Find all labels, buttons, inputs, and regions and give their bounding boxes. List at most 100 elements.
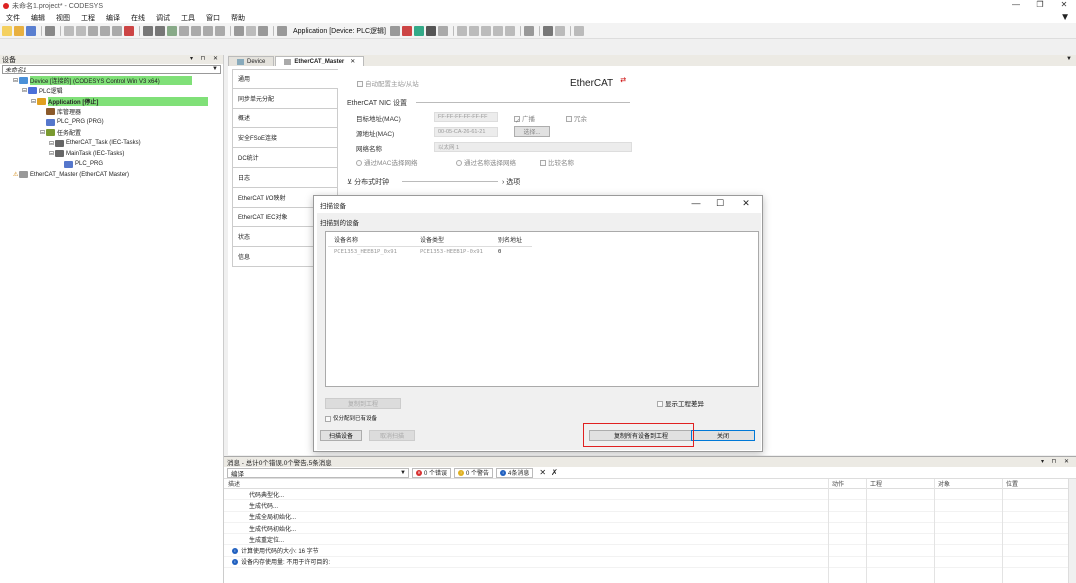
options-heading[interactable]: › 选项 [502, 177, 520, 187]
message-row[interactable]: 生成全局初始化... [224, 512, 1076, 523]
tree-item[interactable]: ⊟ EtherCAT_Task (IEC-Tasks) [0, 138, 223, 149]
errors-filter-toggle[interactable]: ✕ 0 个错误 [412, 467, 452, 478]
col-project[interactable]: 工程 [866, 479, 934, 488]
browse-button[interactable]: 选择... [514, 126, 550, 137]
breakpoint-icon[interactable] [504, 25, 515, 36]
tree-item[interactable]: PLC_PRG [0, 159, 223, 170]
message-row[interactable]: 代码典型化... [224, 489, 1076, 501]
new-project-icon[interactable] [2, 25, 12, 36]
tree-item[interactable]: PLC_PRG (PRG) [0, 117, 223, 128]
menu-edit[interactable]: 编辑 [31, 13, 45, 23]
stop-icon[interactable] [425, 25, 436, 36]
close-window-button[interactable]: ✕ [1052, 0, 1076, 9]
menu-view[interactable]: 视图 [56, 13, 70, 23]
menu-build[interactable]: 编译 [106, 13, 120, 23]
write-values-icon[interactable] [523, 25, 534, 36]
bookmark-icon[interactable] [179, 25, 189, 36]
redo-icon[interactable] [76, 25, 86, 36]
show-diff-checkbox[interactable]: 显示工程差异 [657, 398, 704, 408]
panel-pin-icon[interactable]: ▾ ⊓ ✕ [190, 55, 221, 62]
dialog-close-button[interactable]: ✕ [736, 198, 756, 209]
filter-icon[interactable]: ▼ [1060, 12, 1070, 23]
unforce-icon[interactable] [573, 25, 584, 36]
step-over-icon[interactable] [456, 25, 467, 36]
col-position[interactable]: 位置 [1002, 479, 1062, 488]
logout-icon[interactable] [401, 25, 412, 36]
tree-item[interactable]: ⊟ Application [停止] [0, 96, 223, 107]
side-tab-0[interactable]: 通用 [232, 69, 338, 89]
warnings-filter-toggle[interactable]: ! 0 个警告 [454, 467, 494, 478]
message-row[interactable]: 生成代码... [224, 500, 1076, 512]
message-row[interactable]: i 计算使用代码的大小: 16 字节 [224, 545, 1076, 557]
reset-icon[interactable] [437, 25, 448, 36]
find-in-project-icon[interactable] [167, 25, 177, 36]
menu-help[interactable]: 帮助 [231, 13, 245, 23]
tree-item[interactable]: ⊟ PLC逻辑 [0, 86, 223, 97]
minimize-button[interactable]: — [1004, 0, 1028, 9]
tree-item[interactable]: ⊟ Device [连接的] (CODESYS Control Win V3 x6… [0, 75, 223, 86]
tree-item[interactable]: 库管理器 [0, 107, 223, 118]
message-row[interactable]: 生成代码初始化... [224, 523, 1076, 535]
src-addr-field[interactable]: 00-05-CA-26-61-21 [434, 127, 498, 137]
tab-device[interactable]: Device [228, 56, 275, 66]
copy-to-project-button[interactable]: 复制到工程 [325, 398, 401, 409]
bookmark-prev-icon[interactable] [203, 25, 213, 36]
assign-only-checkbox[interactable]: 仅分配到已有设备 [325, 414, 377, 422]
login-icon[interactable] [389, 25, 400, 36]
broadcast-checkbox[interactable]: ✓ 广播 [514, 113, 535, 125]
maximize-button[interactable]: ❐ [1028, 0, 1052, 9]
chevron-down-icon[interactable]: ▼ [212, 66, 218, 72]
tree-item[interactable]: ⚠ EtherCAT_Master (EtherCAT Master) [0, 170, 223, 181]
build-icon[interactable] [234, 25, 244, 36]
active-application-label[interactable]: Application [Device: PLC逻辑] [293, 26, 386, 36]
find-icon[interactable] [143, 25, 153, 36]
rebuild-icon[interactable] [246, 25, 256, 36]
panel-pin-icon[interactable]: ▾ ⊓ ✕ [1041, 458, 1072, 465]
chevron-down-icon[interactable]: ▼ [400, 470, 406, 476]
menu-tools[interactable]: 工具 [181, 13, 195, 23]
print-icon[interactable] [45, 25, 55, 36]
side-tab-5[interactable]: 日志 [232, 167, 338, 188]
scan-devices-button[interactable]: 扫描设备 [320, 430, 362, 441]
dest-addr-field[interactable]: FF-FF-FF-FF-FF-FF [434, 112, 498, 122]
redundancy-checkbox[interactable]: 冗余 [566, 113, 587, 123]
bookmark-clear-icon[interactable] [215, 25, 225, 36]
table-row[interactable]: PCE1353_HEEB1P_0x91 PCE1353-HEEB1P-0x91 … [328, 246, 532, 257]
clear-messages-icon[interactable]: ✕ [539, 468, 546, 477]
tab-ethercat-master[interactable]: EtherCAT_Master ✕ [275, 56, 365, 66]
clean-icon[interactable] [258, 25, 268, 36]
start-icon[interactable] [413, 25, 424, 36]
tree-item[interactable]: ⊟ 任务配置 [0, 128, 223, 139]
auto-config-checkbox[interactable]: 自动配置主站/从站 [357, 78, 419, 88]
infos-filter-toggle[interactable]: i 4条消息 [496, 467, 534, 478]
side-tab-3[interactable]: 安全FSoE连接 [232, 128, 338, 149]
tabs-dropdown-icon[interactable]: ▼ [1066, 56, 1072, 62]
copy-icon[interactable] [100, 25, 110, 36]
cut-icon[interactable] [88, 25, 98, 36]
scanned-devices-list[interactable]: 设备名称 设备类型 别名地址 PCE1353_HEEB1P_0x91 PCE13… [325, 231, 759, 387]
dialog-maximize-button[interactable]: ☐ [710, 198, 730, 209]
col-description[interactable]: 描述 [224, 479, 828, 488]
step-out-icon[interactable] [480, 25, 491, 36]
close-dialog-button[interactable]: 关闭 [691, 430, 755, 441]
delete-icon[interactable] [124, 25, 134, 36]
compare-name-checkbox[interactable]: 比较名称 [540, 157, 574, 167]
replace-icon[interactable] [155, 25, 165, 36]
col-action[interactable]: 动作 [828, 479, 866, 488]
select-by-name-radio[interactable]: 通过名称选择网络 [456, 157, 516, 167]
menu-debug[interactable]: 调试 [156, 13, 170, 23]
clear-filter-icon[interactable]: ✗ [551, 468, 558, 477]
side-tab-2[interactable]: 概述 [232, 108, 338, 129]
tree-item[interactable]: ⊟ MainTask (IEC-Tasks) [0, 149, 223, 160]
dc-heading[interactable]: ⊻ 分布式时钟 [347, 177, 389, 187]
message-category-select[interactable]: 编译 ▼ [227, 467, 409, 478]
side-tab-4[interactable]: DC统计 [232, 148, 338, 168]
save-icon[interactable] [26, 25, 36, 36]
force-values-icon[interactable] [554, 25, 565, 36]
step-into-icon[interactable] [468, 25, 479, 36]
message-row[interactable]: 生成重定位... [224, 534, 1076, 546]
bookmark-next-icon[interactable] [191, 25, 201, 36]
network-name-field[interactable]: 以太网 1 [434, 142, 632, 152]
menu-online[interactable]: 在线 [131, 13, 145, 23]
open-icon[interactable] [14, 25, 24, 36]
